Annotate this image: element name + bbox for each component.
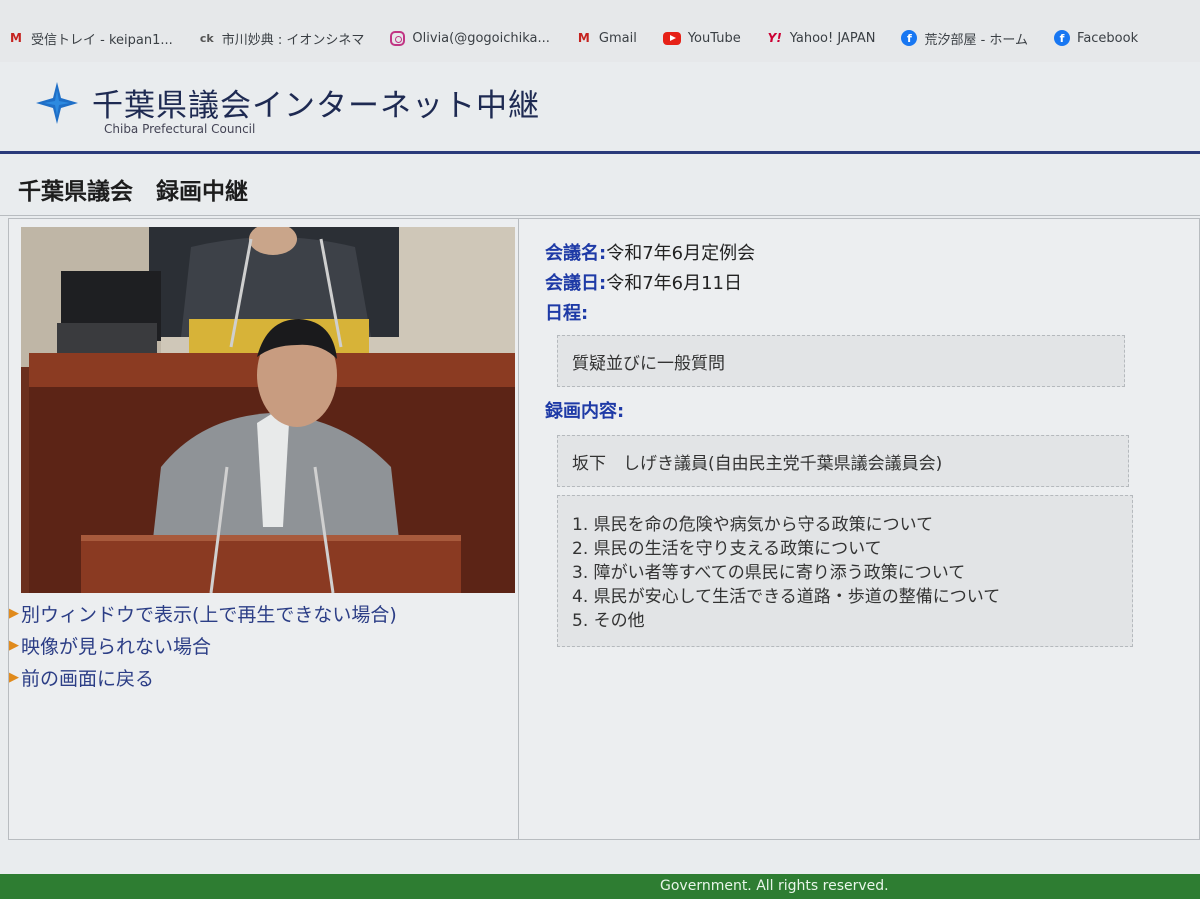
instagram-icon (390, 30, 406, 46)
schedule-label: 日程: (545, 303, 589, 324)
meeting-date-label: 会議日: (545, 273, 607, 294)
bookmark-label: Gmail (598, 30, 637, 46)
link-label: 別ウィンドウで表示(上で再生できない場合) (21, 603, 397, 626)
arrow-right-icon: ▶ (9, 669, 19, 685)
gmail-icon: M (577, 31, 590, 45)
bookmark-arashio[interactable]: f 荒汐部屋 - ホーム (901, 29, 1028, 48)
bookmark-inbox[interactable]: M 受信トレイ - keipan1... (8, 29, 173, 48)
link-label: 前の画面に戻る (21, 667, 155, 690)
meeting-info: 会議名: 令和7年6月定例会 会議日: 令和7年6月11日 日程: 質疑並びに一… (545, 237, 1145, 647)
bookmark-label: 市川妙典 : イオンシネマ (221, 32, 365, 48)
site-title[interactable]: 千葉県議会インターネット中継 (92, 80, 540, 125)
topic-item: 2. 県民の生活を守り支える政策について (572, 539, 882, 559)
chiba-star-logo-icon[interactable] (36, 82, 78, 124)
meeting-date-row: 会議日: 令和7年6月11日 (545, 267, 1145, 297)
bookmark-label: Olivia(@gogoichika... (412, 30, 550, 46)
bookmark-aeon-cinema[interactable]: ck 市川妙典 : イオンシネマ (199, 29, 365, 48)
schedule-value: 質疑並びに一般質問 (572, 353, 725, 374)
open-new-window-link[interactable]: ▶ 別ウィンドウで表示(上で再生できない場合) (9, 597, 397, 629)
site-header: 千葉県議会インターネット中継 Chiba Prefectural Council (0, 62, 1200, 154)
content-label: 録画内容: (545, 401, 625, 422)
topics-box: 1. 県民を命の危険や病気から守る政策について 2. 県民の生活を守り支える政策… (557, 495, 1133, 647)
copyright-text: Government. All rights reserved. (660, 878, 889, 894)
member-box: 坂下 しげき議員(自由民主党千葉県議会議員会) (557, 435, 1129, 487)
topic-item: 4. 県民が安心して生活できる道路・歩道の整備について (572, 587, 1001, 607)
bookmark-label: 受信トレイ - keipan1... (31, 32, 173, 48)
bookmark-label: Facebook (1077, 30, 1139, 46)
bookmark-label: Yahoo! JAPAN (789, 30, 876, 46)
schedule-row: 日程: (545, 297, 1145, 327)
page: 千葉県議会インターネット中継 Chiba Prefectural Council… (0, 62, 1200, 899)
video-column: ▶ 別ウィンドウで表示(上で再生できない場合) ▶ 映像が見られない場合 ▶ 前… (9, 219, 519, 839)
back-link[interactable]: ▶ 前の画面に戻る (9, 661, 397, 693)
schedule-box: 質疑並びに一般質問 (557, 335, 1125, 387)
main-content: ▶ 別ウィンドウで表示(上で再生できない場合) ▶ 映像が見られない場合 ▶ 前… (8, 218, 1200, 840)
video-player[interactable] (21, 227, 515, 593)
member-name: 坂下 しげき議員(自由民主党千葉県議会議員会) (572, 453, 943, 474)
bookmark-facebook[interactable]: f Facebook (1054, 30, 1138, 46)
meeting-name-label: 会議名: (545, 243, 607, 264)
bookmarks-bar: M 受信トレイ - keipan1... ck 市川妙典 : イオンシネマ Ol… (0, 0, 1200, 62)
site-subtitle: Chiba Prefectural Council (104, 122, 256, 136)
footer-bar: Government. All rights reserved. (0, 874, 1200, 899)
bookmark-gmail[interactable]: M Gmail (576, 30, 637, 46)
page-heading: 千葉県議会 録画中継 (0, 154, 1200, 216)
youtube-icon (662, 31, 681, 45)
bookmark-label: YouTube (687, 30, 741, 46)
cinema-icon: ck (199, 31, 214, 45)
topic-item: 5. その他 (572, 611, 645, 631)
meeting-date-value: 令和7年6月11日 (606, 273, 743, 294)
meeting-name-value: 令和7年6月定例会 (606, 243, 756, 264)
content-row: 録画内容: (545, 395, 1145, 425)
yahoo-icon: Y! (767, 31, 782, 45)
video-help-link[interactable]: ▶ 映像が見られない場合 (9, 629, 397, 661)
bookmark-youtube[interactable]: YouTube (662, 30, 741, 46)
meeting-name-row: 会議名: 令和7年6月定例会 (545, 237, 1145, 267)
link-label: 映像が見られない場合 (21, 635, 212, 658)
facebook-icon: f (1054, 30, 1071, 46)
bookmark-label: 荒汐部屋 - ホーム (924, 32, 1029, 48)
facebook-icon: f (901, 30, 918, 46)
topic-item: 1. 県民を命の危険や病気から守る政策について (572, 515, 934, 535)
video-links: ▶ 別ウィンドウで表示(上で再生できない場合) ▶ 映像が見られない場合 ▶ 前… (9, 597, 397, 693)
arrow-right-icon: ▶ (9, 605, 19, 621)
topic-item: 3. 障がい者等すべての県民に寄り添う政策について (572, 563, 966, 583)
bookmark-instagram[interactable]: Olivia(@gogoichika... (390, 30, 550, 46)
arrow-right-icon: ▶ (9, 637, 19, 653)
bookmark-yahoo[interactable]: Y! Yahoo! JAPAN (767, 30, 876, 46)
gmail-icon: M (10, 31, 22, 45)
